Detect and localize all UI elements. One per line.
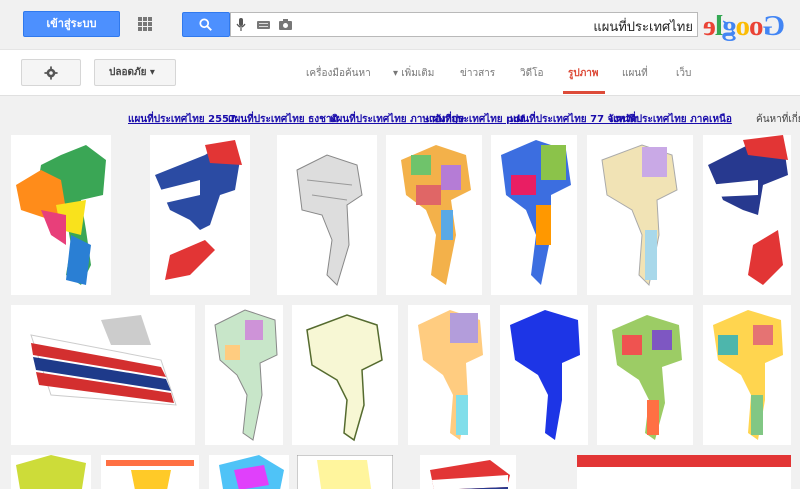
top-bar: Google แผนที่ประเทศไทย เข้าสู่ระบบ xyxy=(0,0,800,50)
sign-in-button[interactable]: เข้าสู่ระบบ xyxy=(23,11,120,37)
tab-web[interactable]: เว็บ xyxy=(676,66,691,81)
related-link[interactable]: แผนที่ประเทศไทย 77 จังหวัด xyxy=(510,112,637,127)
image-result[interactable] xyxy=(420,455,516,489)
tab-maps[interactable]: แผนที่ xyxy=(622,66,648,81)
image-result[interactable] xyxy=(11,135,111,295)
related-label: ค้นหาที่เกี่ยวข้อง: xyxy=(756,114,800,125)
image-result[interactable] xyxy=(11,455,91,489)
image-result[interactable] xyxy=(703,135,791,295)
image-result[interactable] xyxy=(209,455,289,489)
search-input[interactable]: แผนที่ประเทศไทย xyxy=(230,12,698,37)
tab-more[interactable]: ▾ เพิ่มเติม xyxy=(393,66,434,81)
image-result[interactable] xyxy=(703,305,791,445)
image-result[interactable] xyxy=(150,135,250,295)
related-searches-bar: ค้นหาที่เกี่ยวข้อง: แผนที่ประเทศไทย ภาคเ… xyxy=(0,96,800,133)
image-result[interactable] xyxy=(577,455,791,489)
camera-icon[interactable] xyxy=(279,19,292,30)
image-result[interactable] xyxy=(11,305,195,445)
image-result[interactable] xyxy=(101,455,199,489)
image-result[interactable] xyxy=(408,305,490,445)
safesearch-dropdown[interactable]: ปลอดภัย ▾ xyxy=(94,59,176,86)
related-link[interactable]: แผนที่ประเทศไทย ธงชาติ xyxy=(228,112,338,127)
nav-bar: ปลอดภัย ▾ เว็บ แผนที่ รูปภาพ วิดีโอ ข่าว… xyxy=(0,51,800,96)
image-result[interactable] xyxy=(277,135,377,295)
gear-icon xyxy=(44,66,58,80)
tab-search-tools[interactable]: เครื่องมือค้นหา xyxy=(306,66,371,81)
google-logo[interactable]: Google xyxy=(704,10,785,43)
related-link[interactable]: แผนที่ประเทศไทย ภาษาอังกฤษ xyxy=(330,112,464,127)
apps-grid-icon[interactable] xyxy=(138,17,152,31)
tab-news[interactable]: ข่าวสาร xyxy=(460,66,495,81)
image-result[interactable] xyxy=(297,455,393,489)
search-icon xyxy=(199,18,212,31)
image-result[interactable] xyxy=(205,305,283,445)
related-link[interactable]: แผนที่ประเทศไทย 2557 xyxy=(128,112,236,127)
image-result[interactable] xyxy=(292,305,398,445)
image-result[interactable] xyxy=(386,135,482,295)
settings-button[interactable] xyxy=(21,59,81,86)
image-result[interactable] xyxy=(500,305,588,445)
search-query: แผนที่ประเทศไทย xyxy=(593,20,693,35)
image-results-grid xyxy=(0,133,800,489)
tab-images[interactable]: รูปภาพ xyxy=(568,66,599,81)
tab-videos[interactable]: วิดีโอ xyxy=(520,66,544,81)
search-button[interactable] xyxy=(182,12,230,37)
keyboard-icon[interactable] xyxy=(257,19,270,30)
image-result[interactable] xyxy=(587,135,693,295)
image-result[interactable] xyxy=(597,305,693,445)
microphone-icon[interactable] xyxy=(236,18,246,32)
image-result[interactable] xyxy=(491,135,577,295)
active-tab-indicator xyxy=(563,91,605,94)
